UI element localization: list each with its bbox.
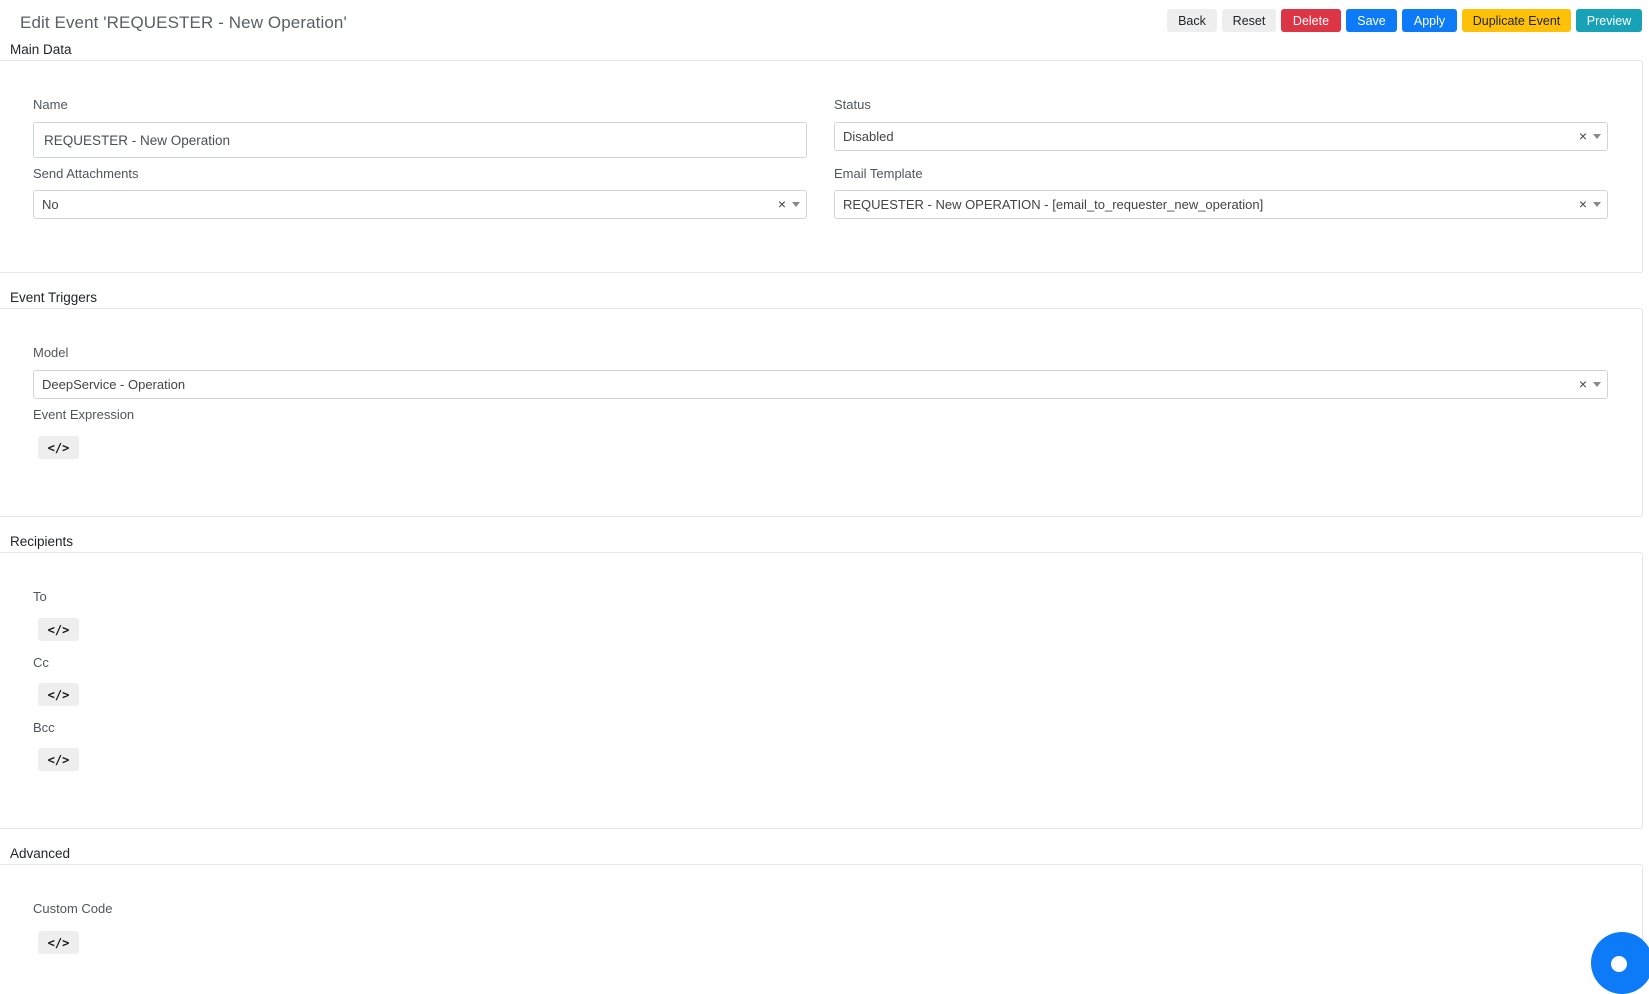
send-attachments-label: Send Attachments — [33, 166, 139, 181]
advanced-title: Advanced — [10, 846, 71, 861]
clear-icon[interactable]: × — [1579, 377, 1587, 391]
chat-icon[interactable] — [1591, 932, 1649, 994]
chevron-down-icon[interactable] — [1593, 382, 1601, 387]
email-template-label: Email Template — [834, 166, 923, 181]
model-value: DeepService - Operation — [42, 377, 186, 392]
reset-button[interactable]: Reset — [1222, 9, 1276, 32]
toolbar: Back Reset Delete Save Apply Duplicate E… — [0, 9, 1649, 33]
name-input[interactable] — [33, 122, 807, 158]
email-template-value: REQUESTER - New OPERATION - [email_to_re… — [843, 197, 1264, 212]
code-icon[interactable]: </> — [38, 931, 79, 954]
chevron-down-icon[interactable] — [1593, 134, 1601, 139]
duplicate-event-button[interactable]: Duplicate Event — [1462, 9, 1571, 32]
chevron-down-icon[interactable] — [792, 202, 800, 207]
preview-button[interactable]: Preview — [1576, 9, 1642, 32]
save-button[interactable]: Save — [1346, 9, 1397, 32]
model-select[interactable]: DeepService - Operation × — [33, 370, 1608, 399]
chevron-down-icon[interactable] — [1593, 202, 1601, 207]
code-icon[interactable]: </> — [38, 748, 79, 771]
delete-button[interactable]: Delete — [1281, 9, 1341, 32]
name-label: Name — [33, 97, 68, 112]
recipients-title: Recipients — [10, 534, 74, 549]
main-data-title: Main Data — [10, 42, 72, 57]
email-template-select[interactable]: REQUESTER - New OPERATION - [email_to_re… — [834, 190, 1608, 219]
send-attachments-value: No — [42, 197, 59, 212]
status-value: Disabled — [843, 129, 894, 144]
event-expression-label: Event Expression — [33, 407, 135, 422]
code-icon[interactable]: </> — [38, 436, 79, 459]
main-data-card: Name Status Disabled × Send Attachments … — [0, 60, 1643, 273]
event-triggers-card: Model DeepService - Operation × Event Ex… — [0, 308, 1643, 517]
clear-icon[interactable]: × — [778, 197, 786, 211]
model-label: Model — [33, 345, 69, 360]
clear-icon[interactable]: × — [1579, 129, 1587, 143]
back-button[interactable]: Back — [1167, 9, 1217, 32]
event-triggers-title: Event Triggers — [10, 290, 98, 305]
to-label: To — [33, 589, 47, 604]
custom-code-label: Custom Code — [33, 901, 113, 916]
apply-button[interactable]: Apply — [1402, 9, 1457, 32]
recipients-card: To </> Cc </> Bcc </> — [0, 552, 1643, 829]
cc-label: Cc — [33, 655, 49, 670]
code-icon[interactable]: </> — [38, 618, 79, 641]
chat-dot — [1611, 956, 1627, 972]
clear-icon[interactable]: × — [1579, 197, 1587, 211]
code-icon[interactable]: </> — [38, 683, 79, 706]
send-attachments-select[interactable]: No × — [33, 190, 807, 219]
status-select[interactable]: Disabled × — [834, 122, 1608, 151]
status-label: Status — [834, 97, 871, 112]
bcc-label: Bcc — [33, 720, 55, 735]
advanced-card: Custom Code </> — [0, 864, 1643, 961]
